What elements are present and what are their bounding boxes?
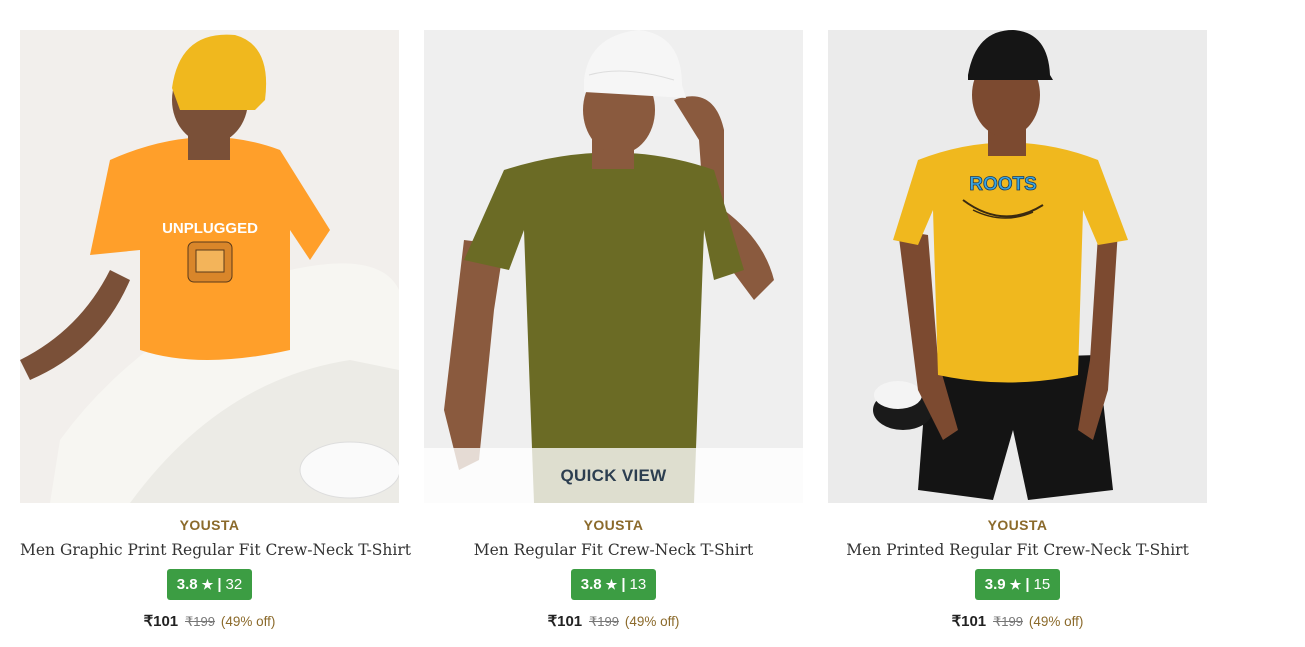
original-price: ₹199 bbox=[589, 614, 619, 629]
model-photo bbox=[424, 30, 803, 503]
product-brand[interactable]: YOUSTA bbox=[828, 517, 1207, 533]
product-card[interactable]: ROOTS YOUSTA Men Printed Regular Fit Cre… bbox=[828, 30, 1207, 647]
discount-label: (49% off) bbox=[624, 614, 680, 629]
review-count: 15 bbox=[1033, 576, 1051, 593]
review-count: 13 bbox=[629, 576, 647, 593]
selling-price: ₹101 bbox=[951, 613, 987, 630]
rating-value: 3.8 bbox=[580, 576, 602, 593]
product-brand[interactable]: YOUSTA bbox=[20, 517, 399, 533]
product-card[interactable]: QUICK VIEW YOUSTA Men Regular Fit Crew-N… bbox=[424, 30, 803, 647]
quick-view-button[interactable]: QUICK VIEW bbox=[424, 448, 803, 503]
star-icon: ★ bbox=[605, 576, 618, 592]
rating-separator: | bbox=[621, 576, 626, 593]
rating-badge: 3.8 ★ | 13 bbox=[570, 569, 657, 600]
star-icon: ★ bbox=[1009, 576, 1022, 592]
selling-price: ₹101 bbox=[143, 613, 179, 630]
price-row: ₹101 ₹199 (49% off) bbox=[828, 612, 1207, 630]
rating-value: 3.8 bbox=[176, 576, 198, 593]
price-row: ₹101 ₹199 (49% off) bbox=[20, 612, 399, 630]
rating-value: 3.9 bbox=[984, 576, 1006, 593]
product-image[interactable]: UNPLUGGED bbox=[20, 30, 399, 503]
product-name[interactable]: Men Regular Fit Crew-Neck T-Shirt bbox=[424, 541, 803, 559]
discount-label: (49% off) bbox=[1028, 614, 1084, 629]
product-image[interactable]: QUICK VIEW bbox=[424, 30, 803, 503]
review-count: 32 bbox=[225, 576, 243, 593]
discount-label: (49% off) bbox=[220, 614, 276, 629]
product-name[interactable]: Men Printed Regular Fit Crew-Neck T-Shir… bbox=[828, 541, 1207, 559]
selling-price: ₹101 bbox=[547, 613, 583, 630]
product-image[interactable]: ROOTS bbox=[828, 30, 1207, 503]
shirt-print-text: ROOTS bbox=[969, 174, 1037, 195]
price-row: ₹101 ₹199 (49% off) bbox=[424, 612, 803, 630]
original-price: ₹199 bbox=[185, 614, 215, 629]
rating-badge: 3.8 ★ | 32 bbox=[166, 569, 253, 600]
rating-separator: | bbox=[217, 576, 222, 593]
product-card[interactable]: UNPLUGGED YOUSTA Men Graphic Print Regul… bbox=[20, 30, 411, 647]
rating-separator: | bbox=[1025, 576, 1030, 593]
model-photo: ROOTS bbox=[828, 30, 1207, 503]
original-price: ₹199 bbox=[993, 614, 1023, 629]
product-brand[interactable]: YOUSTA bbox=[424, 517, 803, 533]
model-photo: UNPLUGGED bbox=[20, 30, 399, 503]
product-name[interactable]: Men Graphic Print Regular Fit Crew-Neck … bbox=[20, 541, 411, 559]
star-icon: ★ bbox=[201, 576, 214, 592]
shirt-print-text: UNPLUGGED bbox=[162, 220, 258, 237]
rating-badge: 3.9 ★ | 15 bbox=[974, 569, 1061, 600]
